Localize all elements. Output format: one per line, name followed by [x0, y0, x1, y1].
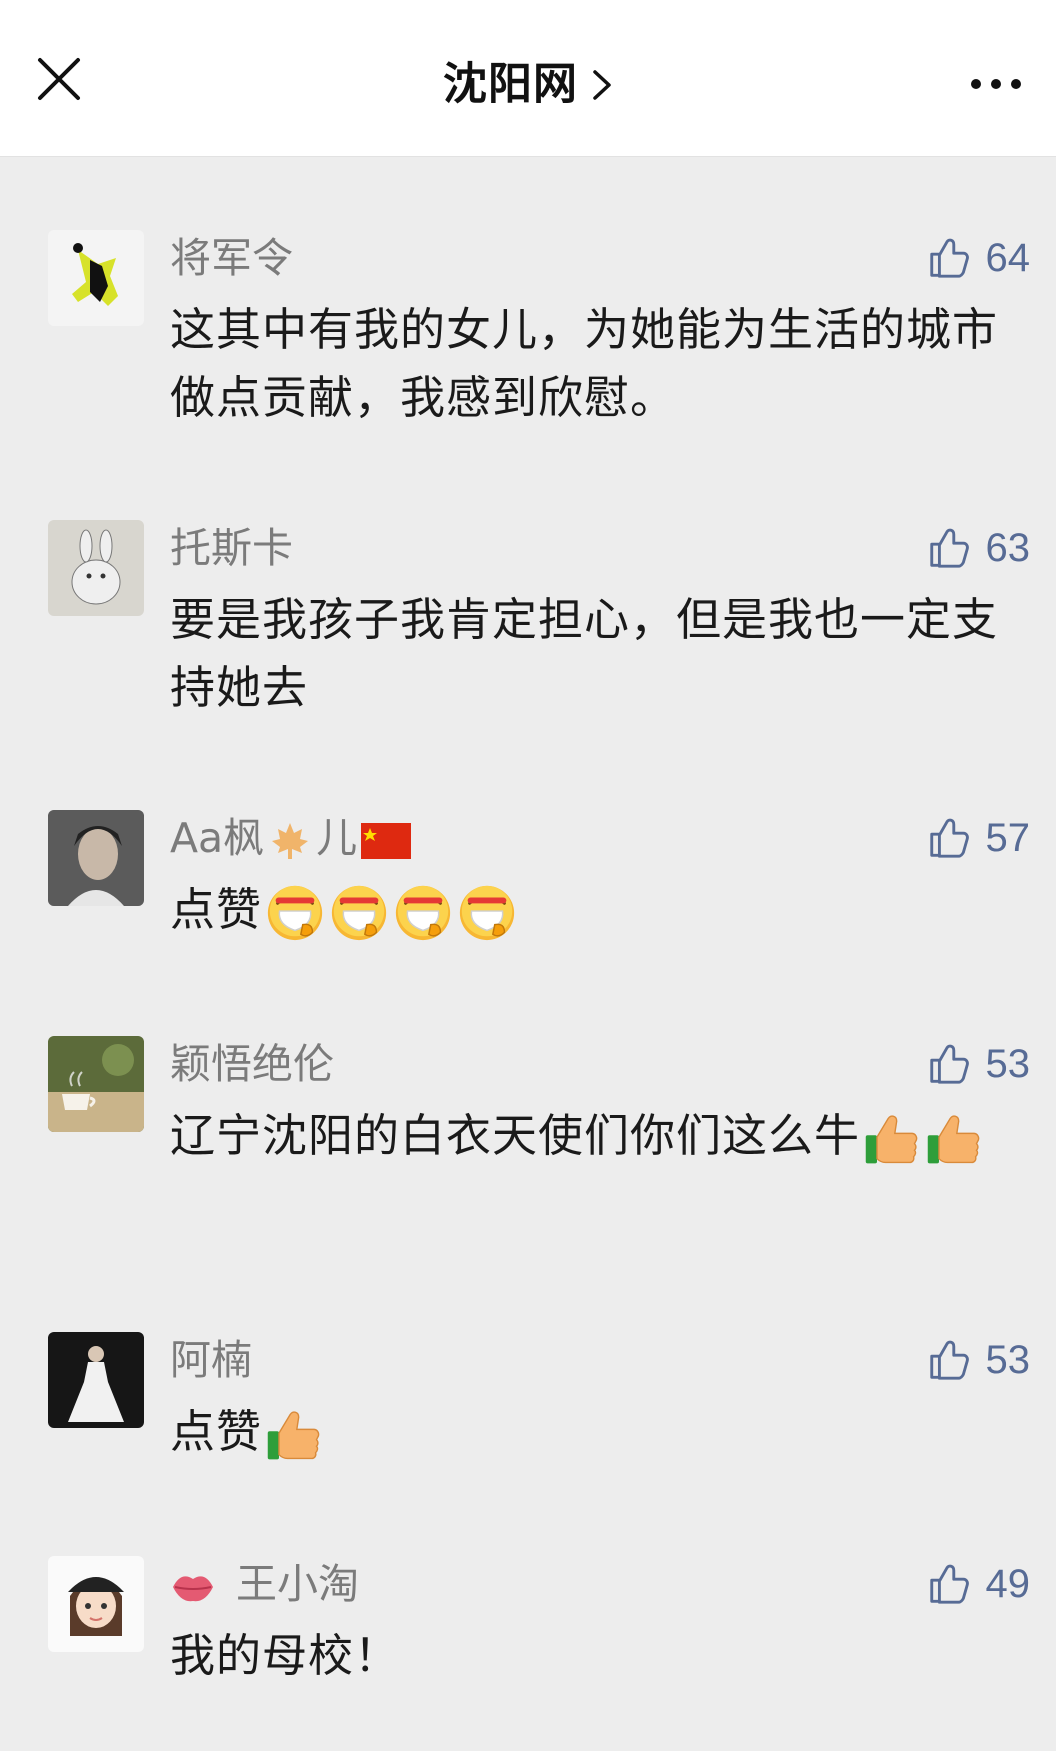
page-title: 沈阳网 [442, 58, 578, 110]
thumbs-up-outline-icon [926, 525, 972, 571]
username-text: Aa枫 [170, 814, 265, 862]
chevron-right-icon [593, 69, 611, 100]
like-button[interactable]: 53 [926, 1036, 1031, 1092]
comment-text-content: 点赞 [170, 1405, 263, 1458]
mask-face-emoji [328, 882, 390, 944]
like-count: 49 [985, 1561, 1031, 1606]
comment-text: 这其中有我的女儿，为她能为生活的城市做点贡献，我感到欣慰。 [170, 303, 999, 424]
comment-text: 点赞 [170, 876, 1020, 944]
comment-username[interactable]: 王小淘 [170, 1558, 359, 1610]
comment-text-content: 辽宁沈阳的白衣天使们你们这么牛 [170, 1109, 861, 1162]
mask-face-emoji [264, 882, 326, 944]
thumbs-up-outline-icon [926, 1337, 972, 1383]
thumbs-up-emoji [924, 1109, 984, 1169]
maple-leaf-icon [272, 823, 309, 859]
china-flag-icon [361, 823, 412, 859]
more-icon[interactable] [966, 66, 1026, 102]
top-bar: 沈阳网 [0, 0, 1056, 157]
page-title-link[interactable]: 沈阳网 [0, 54, 1056, 114]
like-button[interactable]: 64 [926, 230, 1031, 286]
comment-username[interactable]: 阿楠 [170, 1334, 252, 1386]
comment-text-content: 点赞 [170, 883, 263, 936]
like-count: 53 [985, 1041, 1031, 1086]
like-button[interactable]: 49 [926, 1556, 1031, 1612]
thumbs-up-outline-icon [926, 1041, 972, 1087]
thumbs-up-emoji [264, 1405, 324, 1465]
like-count: 57 [985, 815, 1031, 860]
like-count: 63 [985, 525, 1031, 570]
mask-face-emoji [392, 882, 454, 944]
cartoon-girl-avatar[interactable] [48, 1556, 144, 1652]
coffee-cup-avatar[interactable] [48, 1036, 144, 1132]
like-count: 53 [985, 1337, 1031, 1382]
comment-username[interactable]: Aa枫 儿 [170, 812, 415, 864]
comment-text: 要是我孩子我肯定担心，但是我也一定支持她去 [170, 593, 999, 714]
dancer-avatar[interactable] [48, 230, 144, 326]
comment-username[interactable]: 颖悟绝伦 [170, 1038, 334, 1090]
thumbs-up-emoji [862, 1109, 922, 1169]
comment-text: 我的母校！ [170, 1629, 401, 1682]
mask-face-emoji [456, 882, 518, 944]
rabbit-sketch-avatar[interactable] [48, 520, 144, 616]
comment-text: 点赞 [170, 1398, 1020, 1466]
username-suffix: 儿 [316, 814, 358, 862]
comment-username[interactable]: 将军令 [170, 232, 293, 284]
comment-username[interactable]: 托斯卡 [170, 522, 293, 574]
portrait-avatar[interactable] [48, 810, 144, 906]
thumbs-up-outline-icon [926, 815, 972, 861]
username-text: 王小淘 [236, 1560, 359, 1608]
like-count: 64 [985, 235, 1031, 280]
like-button[interactable]: 53 [926, 1332, 1031, 1388]
thumbs-up-outline-icon [926, 1561, 972, 1607]
like-button[interactable]: 57 [926, 810, 1031, 866]
thumbs-up-outline-icon [926, 235, 972, 281]
comment-text: 辽宁沈阳的白衣天使们你们这么牛 [170, 1102, 1020, 1170]
like-button[interactable]: 63 [926, 520, 1031, 576]
bride-avatar[interactable] [48, 1332, 144, 1428]
lips-icon [173, 1576, 213, 1602]
